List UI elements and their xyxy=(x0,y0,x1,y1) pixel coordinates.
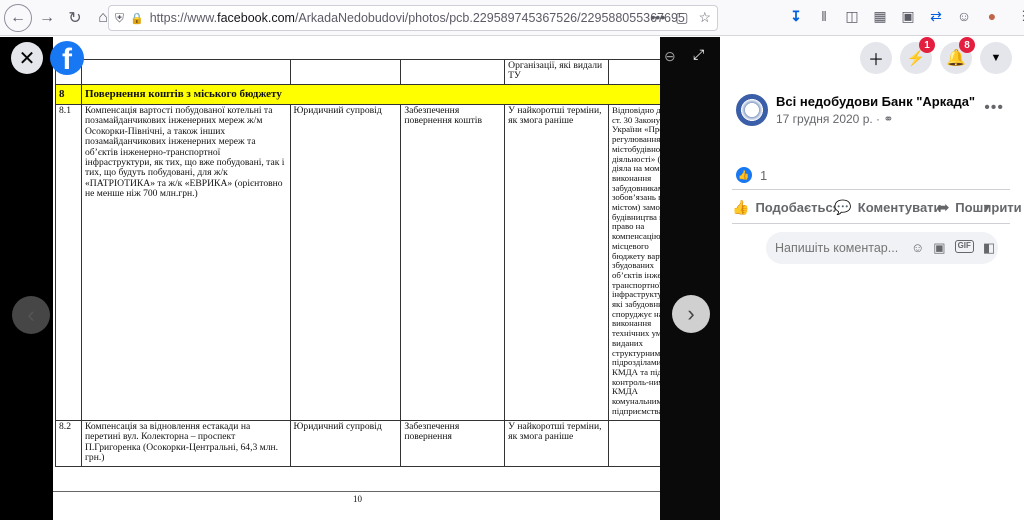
section-title: Повернення коштів з міського бюджету xyxy=(80,84,660,105)
row-support: Юридичний супровід xyxy=(289,104,402,421)
create-button[interactable]: ＋ xyxy=(860,42,892,74)
section-number: 8 xyxy=(55,84,82,105)
page-actions-icon[interactable]: ••• xyxy=(650,9,665,26)
fullscreen-icon[interactable]: ⤢ xyxy=(693,46,704,63)
forward-arrow-icon[interactable]: → xyxy=(34,5,60,31)
caret-down-icon: ▼ xyxy=(990,52,1002,64)
globe-icon: ⚭ xyxy=(883,112,894,126)
table-row: 8.1 Компенсація вартості побудованої кот… xyxy=(55,104,660,421)
divider xyxy=(732,223,1010,224)
row-term: У найкоротші терміни, як змога раніше xyxy=(504,104,609,421)
back-arrow-icon[interactable]: ← xyxy=(4,3,32,32)
screenshot-icon[interactable]: ▣ xyxy=(900,8,916,24)
share-menu-chevron-icon[interactable]: ▼ xyxy=(982,202,991,212)
share-button[interactable]: ➦ Поширити xyxy=(938,199,1022,216)
row-goal: Забезпечення повернення коштів xyxy=(400,104,506,421)
share-icon: ➦ xyxy=(937,198,950,215)
messenger-badge: 1 xyxy=(919,37,935,53)
comment-input[interactable] xyxy=(775,241,905,255)
like-reaction-icon: 👍 xyxy=(736,167,752,183)
viewer-margin xyxy=(660,37,720,520)
sidebar-icon[interactable]: ◫ xyxy=(844,8,860,24)
notifications-badge: 8 xyxy=(959,37,975,53)
comment-icon: 💬 xyxy=(834,198,852,215)
emoji-icon[interactable]: ☺ xyxy=(911,240,924,256)
section-row: 8 Повернення коштів з міського бюджету xyxy=(55,84,660,105)
url-bar[interactable]: ⛨ 🔒 https://www.facebook.com/ArkadaNedob… xyxy=(108,5,718,31)
plus-icon: ＋ xyxy=(867,52,884,69)
previous-photo-button[interactable]: ‹ xyxy=(12,296,50,334)
reactions-summary[interactable]: 👍 1 xyxy=(736,167,767,183)
download-icon[interactable]: ↧ xyxy=(788,8,804,24)
reload-icon[interactable]: ↻ xyxy=(62,5,88,31)
row-note: Відповідно до ч. 5 ст. 30 Закону України… xyxy=(607,104,660,421)
profile-avatar-icon[interactable]: ● xyxy=(984,8,1000,24)
row-number: 8.1 xyxy=(55,104,82,421)
photo-viewer: Організації, які видали ТУ 8 Повернення … xyxy=(0,37,720,520)
chevron-right-icon: › xyxy=(687,301,695,326)
more-options-icon[interactable]: ••• xyxy=(984,99,1004,117)
sync-icon[interactable]: ⇄ xyxy=(928,8,944,24)
row-support: Юридичний супровід xyxy=(289,420,402,467)
camera-icon[interactable]: ▣ xyxy=(933,240,945,256)
page-name-link[interactable]: Всі недобудови Банк "Аркада" xyxy=(776,94,975,109)
page-footer-line xyxy=(53,491,660,492)
library-icon[interactable]: ‖ xyxy=(816,8,832,24)
bookmark-star-icon[interactable]: ☆ xyxy=(698,9,711,26)
close-icon: ✕ xyxy=(18,47,36,70)
close-viewer-button[interactable]: ✕ xyxy=(11,42,43,74)
extension-icon[interactable]: ▦ xyxy=(872,8,888,24)
row-description: Компенсація за відновлення естакади на п… xyxy=(80,420,291,467)
next-photo-button[interactable]: › xyxy=(672,295,710,333)
facebook-logo-icon[interactable]: f xyxy=(50,41,84,75)
divider xyxy=(732,189,1010,190)
menu-icon[interactable]: ☰ xyxy=(1020,8,1024,24)
shield-icon[interactable]: ⛨ xyxy=(115,11,124,26)
gif-icon[interactable]: GIF xyxy=(954,240,974,253)
zoom-out-icon[interactable]: ⊖ xyxy=(664,48,676,65)
account-icon[interactable]: ☺ xyxy=(956,8,972,24)
table-row: Організації, які видали ТУ xyxy=(55,59,660,85)
post-date[interactable]: 17 грудня 2020 р. · xyxy=(776,112,883,126)
reaction-count: 1 xyxy=(760,167,768,183)
row-term: У найкоротші терміни, як змога раніше xyxy=(504,420,609,467)
document-table: Організації, які видали ТУ 8 Повернення … xyxy=(55,59,660,467)
table-row: 8.2 Компенсація за відновлення естакади … xyxy=(55,420,660,467)
post-sidebar: ＋ ⚡ 1 🔔 8 ▼ Всі недобудови Банк "Аркада"… xyxy=(720,37,1024,520)
row-goal: Забезпечення повернення xyxy=(400,420,506,467)
url-text[interactable]: https://www.facebook.com/ArkadaNedobudov… xyxy=(150,11,685,25)
header-cell: Організації, які видали ТУ xyxy=(504,59,609,85)
like-button[interactable]: 👍 Подобається xyxy=(732,199,840,216)
messenger-button[interactable]: ⚡ 1 xyxy=(900,37,935,74)
comment-button[interactable]: 💬 Коментувати xyxy=(834,199,941,216)
chevron-left-icon: ‹ xyxy=(27,302,35,327)
row-note xyxy=(607,420,660,467)
row-description: Компенсація вартості побудованої котельн… xyxy=(80,104,291,421)
notifications-button[interactable]: 🔔 8 xyxy=(940,37,975,74)
post-header: Всі недобудови Банк "Аркада" 17 грудня 2… xyxy=(736,94,975,126)
thumbs-up-icon: 👍 xyxy=(732,198,750,215)
row-number: 8.2 xyxy=(55,420,82,467)
comment-box[interactable]: ☺ ▣ GIF ◧ xyxy=(766,232,998,264)
lock-icon[interactable]: 🔒 xyxy=(130,12,144,25)
pocket-icon[interactable]: ▢ xyxy=(675,9,688,26)
page-avatar[interactable] xyxy=(736,94,768,126)
page-number: 10 xyxy=(353,494,362,504)
account-menu-button[interactable]: ▼ xyxy=(980,42,1012,74)
browser-toolbar: ← → ↻ ⌂ ⛨ 🔒 https://www.facebook.com/Ark… xyxy=(0,0,1024,36)
sticker-icon[interactable]: ◧ xyxy=(983,240,995,256)
document-image: Організації, які видали ТУ 8 Повернення … xyxy=(53,37,660,520)
